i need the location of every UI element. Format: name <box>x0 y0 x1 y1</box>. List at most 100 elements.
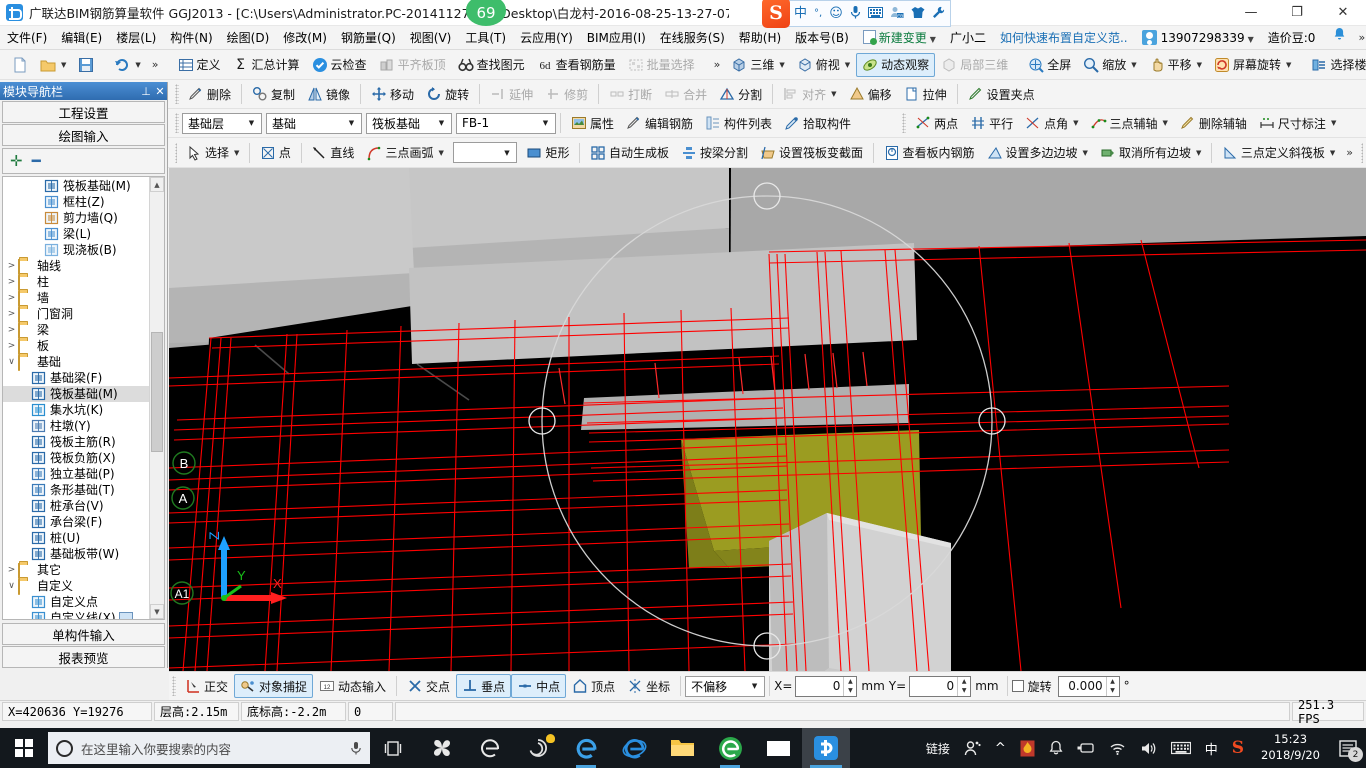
tree-node-item[interactable]: 集水坑(K) <box>3 402 149 418</box>
menu-tools[interactable]: 工具(T) <box>458 27 513 49</box>
partial-3d-button[interactable]: 局部三维 <box>935 53 1014 77</box>
save-button[interactable] <box>72 53 100 77</box>
chevron-right-icon[interactable]: > <box>5 306 18 322</box>
chevron-down-icon[interactable]: ∨ <box>5 354 18 370</box>
tree-node-item[interactable]: 基础梁(F) <box>3 370 149 386</box>
taskbar-app-green-browser[interactable] <box>706 728 754 768</box>
dynamic-observe-button[interactable]: 动态观察 <box>856 52 936 77</box>
tree-node-item[interactable]: 桩(U) <box>3 530 149 546</box>
dimension-button[interactable]: 尺寸标注 ▼ <box>1253 111 1342 135</box>
tree-node-item[interactable]: 筏板基础(M) <box>3 178 149 194</box>
tree-scroll-thumb[interactable] <box>151 332 163 452</box>
microphone-icon[interactable] <box>350 740 362 756</box>
align-slab-top-button[interactable]: 平齐板顶 <box>373 53 452 77</box>
taskbar-search-input[interactable]: 在这里输入你要搜索的内容 <box>48 732 370 764</box>
menu-overflow-button[interactable]: » <box>1353 31 1366 44</box>
toolbar-grip-3[interactable] <box>175 113 179 133</box>
delete-button[interactable]: 删除 <box>182 82 237 106</box>
menu-version[interactable]: 版本号(B) <box>788 27 856 49</box>
menu-cloud[interactable]: 云应用(Y) <box>513 27 580 49</box>
tree-node-item[interactable]: 条形基础(T) <box>3 482 149 498</box>
snap-perpendicular-toggle[interactable]: 垂点 <box>456 674 512 698</box>
taskbar-app-mail[interactable] <box>754 728 802 768</box>
tree-node-item[interactable]: 承台梁(F) <box>3 514 149 530</box>
delete-axis-button[interactable]: 删除辅轴 <box>1174 111 1253 135</box>
tree-node-folder[interactable]: > 门窗洞 <box>3 306 149 323</box>
tree-node-item[interactable]: 独立基础(P) <box>3 466 149 482</box>
move-button[interactable]: 移动 <box>365 82 420 106</box>
tree-node-item[interactable]: 基础板带(W) <box>3 546 149 562</box>
set-raft-section-button[interactable]: 设置筏板变截面 <box>754 141 869 165</box>
chevron-right-icon[interactable]: > <box>5 562 18 578</box>
rectangle-tool-button[interactable]: 矩形 <box>520 141 575 165</box>
ime-keyboard-icon[interactable] <box>867 6 883 21</box>
menu-bim[interactable]: BIM应用(I) <box>580 27 653 49</box>
taskbar-app-edge[interactable] <box>562 728 610 768</box>
rotate-checkbox[interactable] <box>1011 680 1024 692</box>
tree-node-item[interactable]: 框柱(Z) <box>3 194 149 210</box>
chevron-down-icon[interactable]: ∨ <box>5 578 18 594</box>
extend-button[interactable]: 延伸 <box>484 82 539 106</box>
three-point-incline-raft-button[interactable]: 三点定义斜筏板 ▼ <box>1216 141 1341 165</box>
chevron-right-icon[interactable]: > <box>5 322 18 338</box>
new-change-button[interactable]: 新建变更 ▼ <box>856 27 943 49</box>
start-button[interactable] <box>0 728 48 768</box>
view-rebar-qty-button[interactable]: 6d 查看钢筋量 <box>531 53 622 77</box>
ime-mode-tray[interactable]: 中 <box>1198 728 1225 768</box>
select-tool-button[interactable]: 选择 ▼ <box>180 141 245 165</box>
line-tool-button[interactable]: 直线 <box>305 141 360 165</box>
edit-rebar-button[interactable]: 编辑钢筋 <box>620 111 699 135</box>
snap-vertex-toggle[interactable]: 顶点 <box>566 674 621 698</box>
panel-close-icon[interactable]: ✕ <box>153 85 167 98</box>
auto-generate-slab-button[interactable]: 自动生成板 <box>584 141 675 165</box>
rotate-stepper[interactable]: ▲ ▼ <box>1105 676 1119 696</box>
tree-node-folder[interactable]: ∨ 自定义 <box>3 578 149 595</box>
ime-punctuation-icon[interactable]: °, <box>814 8 822 19</box>
batch-select-button[interactable]: 批量选择 <box>622 53 701 77</box>
chevron-right-icon[interactable]: > <box>5 338 18 354</box>
tray-links-label[interactable]: 链接 <box>919 728 957 768</box>
tree-node-folder[interactable]: > 板 <box>3 338 149 355</box>
coin-balance[interactable]: 造价豆:0 <box>1261 27 1323 49</box>
tree-scroll-up-button[interactable]: ▲ <box>150 177 164 192</box>
new-file-button[interactable] <box>6 53 34 77</box>
volume-icon[interactable] <box>1133 728 1164 768</box>
bell-icon[interactable] <box>1326 27 1353 49</box>
project-settings-button[interactable]: 工程设置 <box>2 101 165 123</box>
pan-button[interactable]: 平移 ▼ <box>1143 53 1208 77</box>
tree-node-folder[interactable]: > 柱 <box>3 274 149 291</box>
drawing-input-button[interactable]: 绘图输入 <box>2 124 165 146</box>
toolbar-grip-4b[interactable] <box>1360 142 1363 163</box>
menu-modify[interactable]: 修改(M) <box>276 27 334 49</box>
people-icon[interactable] <box>957 728 988 768</box>
toolbar-grip-3b[interactable] <box>902 113 907 133</box>
sogou-tray-icon[interactable]: S <box>1225 728 1251 768</box>
member-select[interactable]: FB-1 ▼ <box>456 112 556 134</box>
tree-node-item[interactable]: 桩承台(V) <box>3 498 149 514</box>
two-point-axis-button[interactable]: 两点 <box>909 111 964 135</box>
user-name-label[interactable]: 广小二 <box>943 27 993 49</box>
point-tool-button[interactable]: 点 <box>254 141 297 165</box>
undo-button[interactable]: ▼ <box>108 53 146 77</box>
3d-view-button[interactable]: 三维 ▼ <box>725 53 790 77</box>
rotate-button[interactable]: 旋转 <box>420 82 475 106</box>
tree-node-folder[interactable]: > 其它 <box>3 562 149 579</box>
taskbar-app-ie[interactable] <box>610 728 658 768</box>
menu-online-service[interactable]: 在线服务(S) <box>653 27 732 49</box>
component-tree[interactable]: 筏板基础(M) 框柱(Z) 剪力墙(Q) 梁(L) 现浇板(B) > 轴线 > 柱 > 墙 > 门窗洞 >… <box>3 177 149 619</box>
three-point-axis-button[interactable]: 三点辅轴 ▼ <box>1085 111 1174 135</box>
offset-y-stepper[interactable]: ▲ ▼ <box>957 676 970 696</box>
tree-scroll-down-button[interactable]: ▼ <box>150 604 164 619</box>
sogou-ime-toolbar[interactable]: S 中 °, ☺ EB <box>762 0 951 28</box>
menu-help[interactable]: 帮助(H) <box>732 27 788 49</box>
ime-skin-icon[interactable] <box>911 6 925 22</box>
3d-viewport[interactable]: B A A1 Z X Y <box>169 168 1366 671</box>
tray-expand-chevron-up-icon[interactable]: ^ <box>988 728 1013 768</box>
component-list-button[interactable]: 构件列表 <box>699 111 778 135</box>
ime-toolbox-icon[interactable]: EB <box>890 6 904 22</box>
ime-emoji-icon[interactable]: ☺ <box>829 7 843 20</box>
tree-node-item[interactable]: 剪力墙(Q) <box>3 210 149 226</box>
offset-x-stepper[interactable]: ▲ ▼ <box>843 676 856 696</box>
toolbar-grip-4[interactable] <box>175 142 177 163</box>
object-snap-toggle[interactable]: 对象捕捉 <box>234 674 314 698</box>
